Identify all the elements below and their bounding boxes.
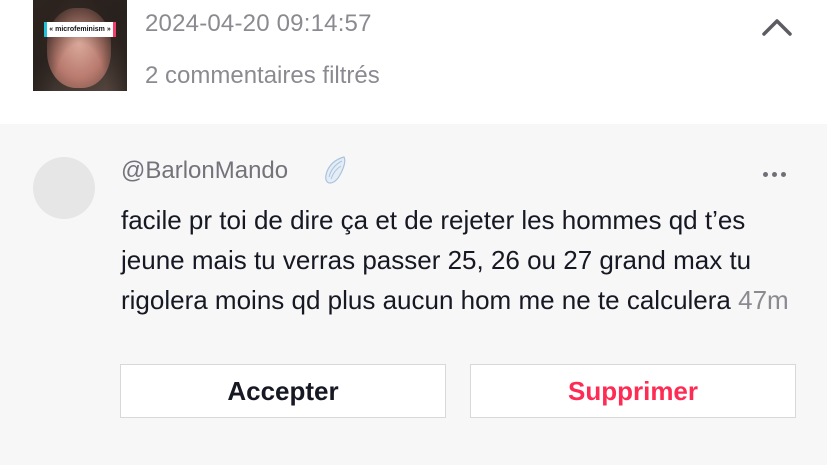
comment-text: facile pr toi de dire ça et de rejeter l… <box>121 200 801 320</box>
angel-wing-icon <box>322 155 350 185</box>
delete-button[interactable]: Supprimer <box>470 364 796 418</box>
more-options-icon[interactable] <box>763 164 797 180</box>
accept-button[interactable]: Accepter <box>120 364 446 418</box>
filtered-comment-panel: @BarlonMando facile pr toi de dire ça et… <box>0 124 827 465</box>
comment-body: facile pr toi de dire ça et de rejeter l… <box>121 205 752 315</box>
post-date: 2024-04-20 09:14:57 <box>145 10 372 37</box>
comment-username[interactable]: @BarlonMando <box>121 157 288 185</box>
comment-time: 47m <box>738 285 789 315</box>
thumbnail-shade <box>33 0 127 91</box>
video-thumbnail[interactable]: « microfeminism » <box>33 0 127 91</box>
avatar[interactable] <box>33 157 95 219</box>
filtered-comments-count: 2 commentaires filtrés <box>145 62 380 89</box>
video-header: « microfeminism » 2024-04-20 09:14:57 2 … <box>0 0 827 124</box>
chevron-up-icon[interactable] <box>760 14 794 40</box>
thumbnail-caption: « microfeminism » <box>44 22 116 37</box>
